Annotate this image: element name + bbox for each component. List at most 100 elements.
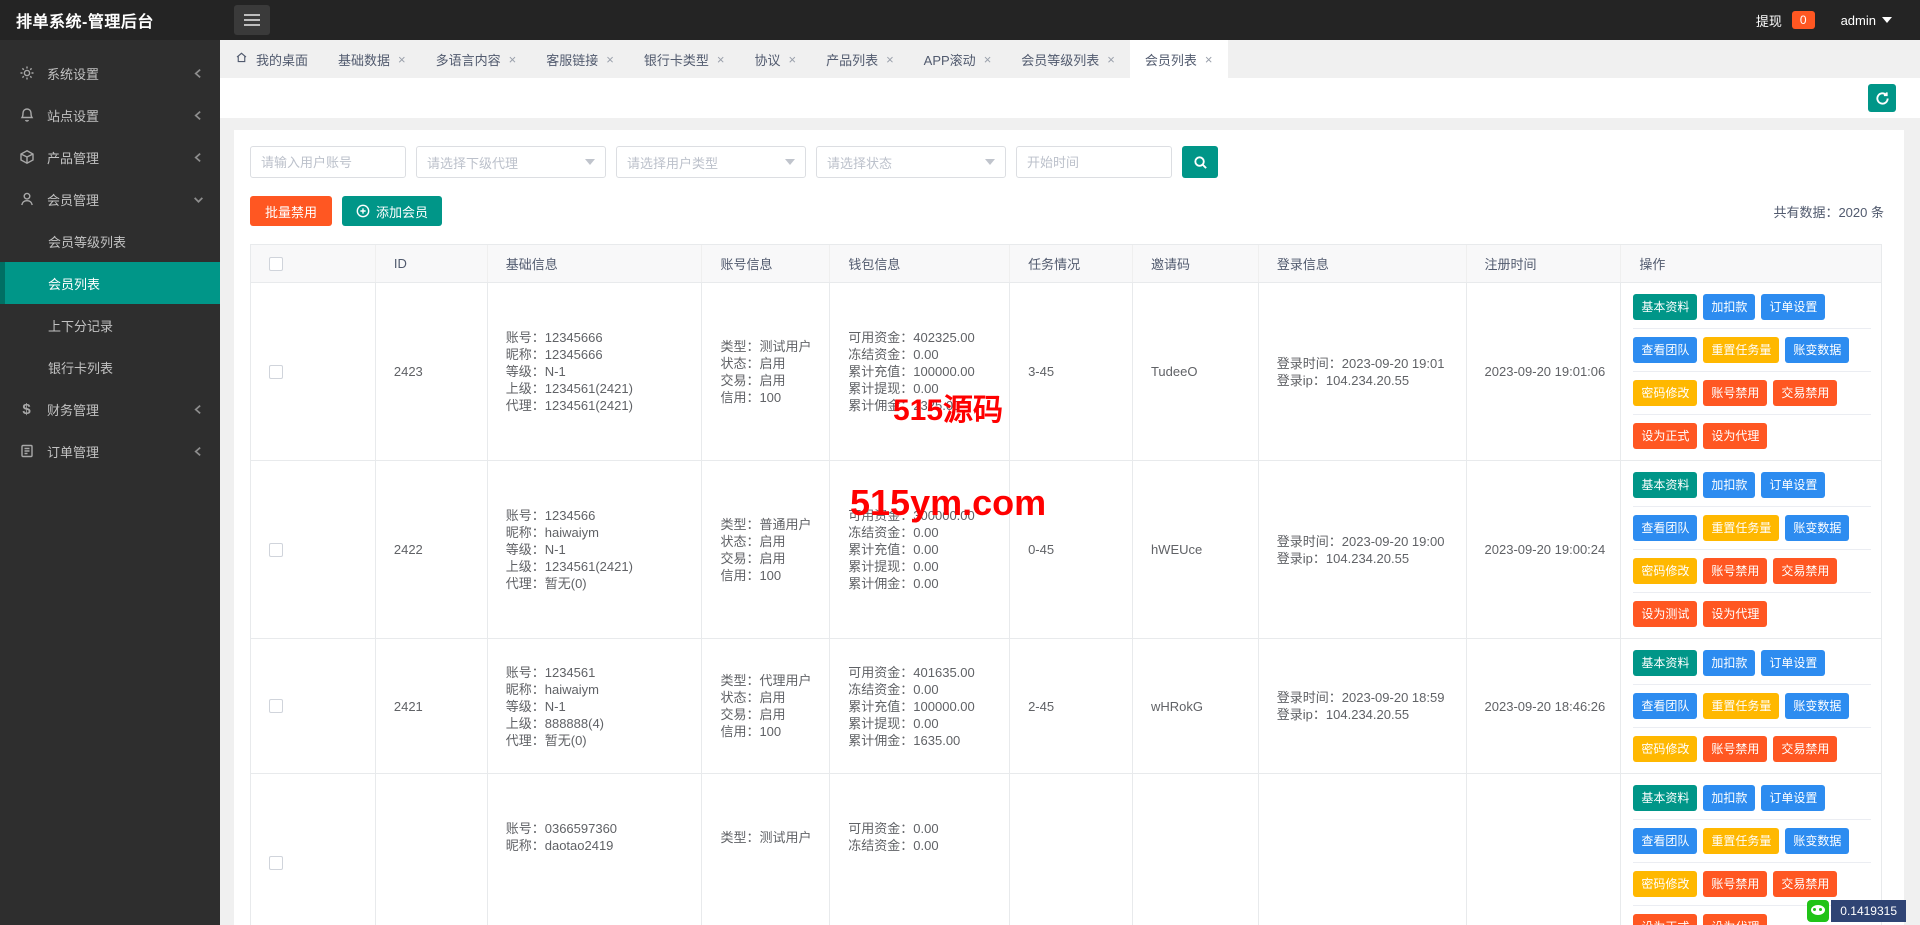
tab-bar: 我的桌面 基础数据 × 多语言内容 × 客服链接 × 银行卡类型 × 协议 × 产品列表 × APP滚动 ×…: [220, 40, 1920, 78]
user-menu[interactable]: admin: [1841, 13, 1892, 28]
action-button-交易禁用[interactable]: 交易禁用: [1773, 380, 1838, 406]
row-checkbox[interactable]: [269, 364, 283, 379]
action-button-账变数据[interactable]: 账变数据: [1785, 515, 1850, 541]
action-button-订单设置[interactable]: 订单设置: [1761, 472, 1826, 498]
action-button-基本资料[interactable]: 基本资料: [1633, 785, 1698, 811]
tab-会员列表[interactable]: 会员列表 ×: [1129, 40, 1228, 78]
trace-badge[interactable]: 0.1419315: [1807, 900, 1906, 922]
sidebar-item-产品管理[interactable]: 产品管理: [0, 136, 220, 178]
action-button-账号禁用[interactable]: 账号禁用: [1703, 736, 1768, 762]
batch-disable-button[interactable]: 批量禁用: [250, 196, 333, 226]
tab-我的桌面[interactable]: 我的桌面: [220, 40, 323, 78]
base-info-line: 账号：0366597360: [505, 821, 618, 836]
account-info-line: 类型：代理用户: [720, 673, 812, 688]
user-type-select[interactable]: 请选择用户类型: [616, 146, 806, 178]
action-button-加扣款[interactable]: 加扣款: [1703, 472, 1756, 498]
action-button-基本资料[interactable]: 基本资料: [1633, 294, 1698, 320]
action-button-重置任务量[interactable]: 重置任务量: [1703, 693, 1780, 719]
action-button-交易禁用[interactable]: 交易禁用: [1773, 558, 1838, 584]
action-button-交易禁用[interactable]: 交易禁用: [1773, 736, 1838, 762]
sidebar-item-站点设置[interactable]: 站点设置: [0, 94, 220, 136]
sidebar-item-label: 订单管理: [47, 444, 100, 460]
account-input[interactable]: [250, 146, 406, 178]
action-button-加扣款[interactable]: 加扣款: [1703, 785, 1756, 811]
row-checkbox[interactable]: [269, 699, 283, 713]
tab-close-icon[interactable]: ×: [788, 53, 796, 66]
action-button-设为代理[interactable]: 设为代理: [1703, 423, 1768, 449]
action-button-密码修改[interactable]: 密码修改: [1633, 871, 1698, 897]
tab-客服链接[interactable]: 客服链接 ×: [531, 40, 629, 78]
action-button-账变数据[interactable]: 账变数据: [1785, 693, 1850, 719]
sidebar-subitem-会员等级列表[interactable]: 会员等级列表: [0, 220, 220, 262]
tab-基础数据[interactable]: 基础数据 ×: [323, 40, 421, 78]
action-button-交易禁用[interactable]: 交易禁用: [1773, 871, 1838, 897]
action-button-设为测试[interactable]: 设为测试: [1633, 601, 1698, 627]
content-card: 请选择下级代理 请选择用户类型 请选择状态 批量禁用 添加会员 共有数据：2: [234, 130, 1904, 925]
action-button-订单设置[interactable]: 订单设置: [1761, 294, 1826, 320]
start-time-input[interactable]: [1016, 146, 1172, 178]
tab-close-icon[interactable]: ×: [606, 53, 614, 66]
action-button-查看团队[interactable]: 查看团队: [1633, 515, 1698, 541]
sidebar-subitem-银行卡列表[interactable]: 银行卡列表: [0, 346, 220, 388]
action-button-设为正式[interactable]: 设为正式: [1633, 914, 1698, 925]
action-button-设为代理[interactable]: 设为代理: [1703, 914, 1768, 925]
tab-close-icon[interactable]: ×: [717, 53, 725, 66]
action-button-查看团队[interactable]: 查看团队: [1633, 828, 1698, 854]
table-row: 账号：0366597360 昵称：daotao2419 类型：测试用户 可用资金：…: [251, 774, 1881, 925]
action-button-设为代理[interactable]: 设为代理: [1703, 601, 1768, 627]
base-info-line: 代理：暂无(0): [505, 576, 587, 591]
tab-APP滚动[interactable]: APP滚动 ×: [909, 40, 1007, 78]
menu-toggle-button[interactable]: [234, 5, 270, 35]
action-button-订单设置[interactable]: 订单设置: [1761, 785, 1826, 811]
action-button-密码修改[interactable]: 密码修改: [1633, 736, 1698, 762]
sidebar-item-系统设置[interactable]: 系统设置: [0, 52, 220, 94]
wallet-info-line: 可用资金：0.00: [848, 821, 939, 836]
action-button-账变数据[interactable]: 账变数据: [1785, 828, 1850, 854]
row-checkbox[interactable]: [269, 542, 283, 557]
tab-银行卡类型[interactable]: 银行卡类型 ×: [629, 40, 740, 78]
sidebar-item-订单管理[interactable]: 订单管理: [0, 430, 220, 472]
add-member-button[interactable]: 添加会员: [342, 196, 443, 226]
withdraw-link[interactable]: 提现: [1756, 11, 1782, 30]
action-button-密码修改[interactable]: 密码修改: [1633, 558, 1698, 584]
sidebar-subitem-上下分记录[interactable]: 上下分记录: [0, 304, 220, 346]
action-button-重置任务量[interactable]: 重置任务量: [1703, 337, 1780, 363]
tab-close-icon[interactable]: ×: [984, 53, 992, 66]
action-button-密码修改[interactable]: 密码修改: [1633, 380, 1698, 406]
sidebar-subitem-会员列表[interactable]: 会员列表: [0, 262, 220, 304]
tab-close-icon[interactable]: ×: [1107, 53, 1115, 66]
tab-多语言内容[interactable]: 多语言内容 ×: [421, 40, 532, 78]
action-button-账号禁用[interactable]: 账号禁用: [1703, 871, 1768, 897]
tab-产品列表[interactable]: 产品列表 ×: [811, 40, 909, 78]
tab-close-icon[interactable]: ×: [1205, 53, 1213, 66]
action-button-账号禁用[interactable]: 账号禁用: [1703, 380, 1768, 406]
select-all-checkbox[interactable]: [269, 256, 283, 271]
action-button-查看团队[interactable]: 查看团队: [1633, 693, 1698, 719]
action-button-基本资料[interactable]: 基本资料: [1633, 650, 1698, 676]
sidebar-item-label: 会员管理: [47, 192, 100, 208]
tab-close-icon[interactable]: ×: [398, 53, 406, 66]
sidebar-item-会员管理[interactable]: 会员管理: [0, 178, 220, 220]
action-button-重置任务量[interactable]: 重置任务量: [1703, 515, 1780, 541]
wallet-info-line: 累计提现：0.00: [848, 559, 939, 574]
search-button[interactable]: [1182, 146, 1218, 178]
action-button-查看团队[interactable]: 查看团队: [1633, 337, 1698, 363]
agent-select[interactable]: 请选择下级代理: [416, 146, 606, 178]
action-button-账号禁用[interactable]: 账号禁用: [1703, 558, 1768, 584]
action-button-加扣款[interactable]: 加扣款: [1703, 294, 1756, 320]
action-button-基本资料[interactable]: 基本资料: [1633, 472, 1698, 498]
status-select[interactable]: 请选择状态: [816, 146, 1006, 178]
action-button-账变数据[interactable]: 账变数据: [1785, 337, 1850, 363]
tab-会员等级列表[interactable]: 会员等级列表 ×: [1006, 40, 1130, 78]
action-button-加扣款[interactable]: 加扣款: [1703, 650, 1756, 676]
row-checkbox[interactable]: [269, 855, 283, 870]
tab-协议[interactable]: 协议 ×: [739, 40, 811, 78]
action-button-设为正式[interactable]: 设为正式: [1633, 423, 1698, 449]
tab-close-icon[interactable]: ×: [886, 53, 894, 66]
cell-invite-code: TudeeO: [1133, 283, 1259, 460]
refresh-button[interactable]: [1868, 84, 1896, 112]
sidebar-item-财务管理[interactable]: $ 财务管理: [0, 388, 220, 430]
tab-close-icon[interactable]: ×: [509, 53, 517, 66]
action-button-重置任务量[interactable]: 重置任务量: [1703, 828, 1780, 854]
action-button-订单设置[interactable]: 订单设置: [1761, 650, 1826, 676]
